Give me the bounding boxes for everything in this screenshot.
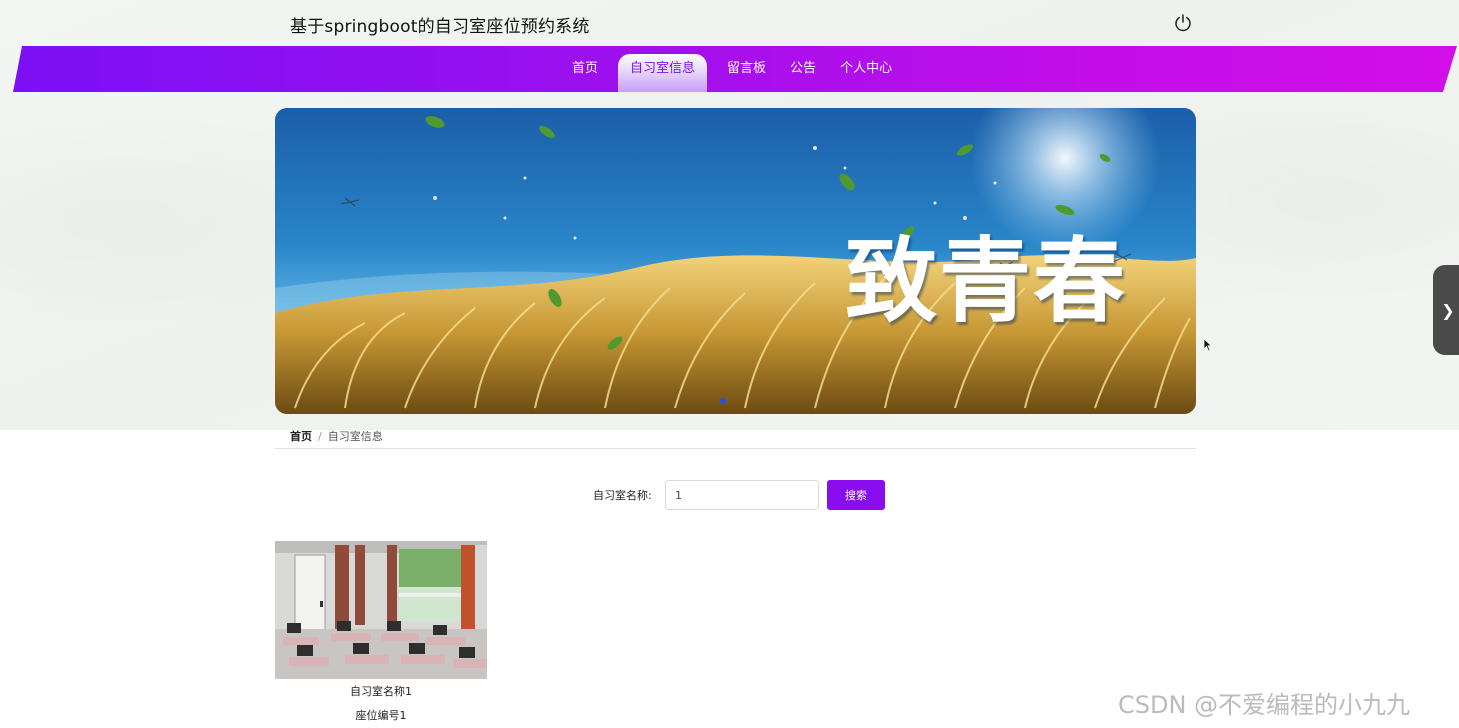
room-card[interactable]: 自习室名称1 座位编号1 bbox=[275, 541, 487, 722]
nav-item-study-room-info[interactable]: 自习室信息 bbox=[618, 54, 708, 92]
chevron-right-icon[interactable]: ❯ bbox=[1433, 265, 1459, 355]
room-name: 自习室名称1 bbox=[350, 685, 412, 698]
main-nav: 首页 自习室信息 留言板 公告 个人中心 bbox=[560, 54, 904, 92]
power-icon[interactable] bbox=[1173, 13, 1193, 33]
watermark: CSDN @不爱编程的小九九 bbox=[1118, 691, 1411, 719]
carousel-indicator[interactable] bbox=[720, 398, 726, 404]
room-name-search-input[interactable] bbox=[665, 480, 819, 510]
nav-item-home[interactable]: 首页 bbox=[560, 54, 610, 92]
search-label: 自习室名称: bbox=[593, 489, 652, 502]
divider bbox=[275, 448, 1196, 449]
room-seat-number: 座位编号1 bbox=[355, 709, 407, 722]
nav-item-personal-center[interactable]: 个人中心 bbox=[828, 54, 904, 92]
banner-carousel[interactable]: 致青春 bbox=[275, 108, 1196, 414]
breadcrumb-current: 自习室信息 bbox=[327, 430, 383, 443]
search-button[interactable]: 搜索 bbox=[827, 480, 885, 510]
nav-item-message-board[interactable]: 留言板 bbox=[715, 54, 778, 92]
room-photo bbox=[275, 541, 487, 679]
mouse-cursor-icon bbox=[1203, 338, 1213, 352]
banner-title: 致青春 bbox=[845, 228, 1128, 335]
site-title: 基于springboot的自习室座位预约系统 bbox=[290, 17, 590, 37]
breadcrumb-separator: / bbox=[318, 430, 322, 443]
nav-item-announcement[interactable]: 公告 bbox=[778, 54, 828, 92]
breadcrumb-home[interactable]: 首页 bbox=[290, 430, 312, 443]
breadcrumb: 首页 / 自习室信息 bbox=[290, 428, 383, 444]
